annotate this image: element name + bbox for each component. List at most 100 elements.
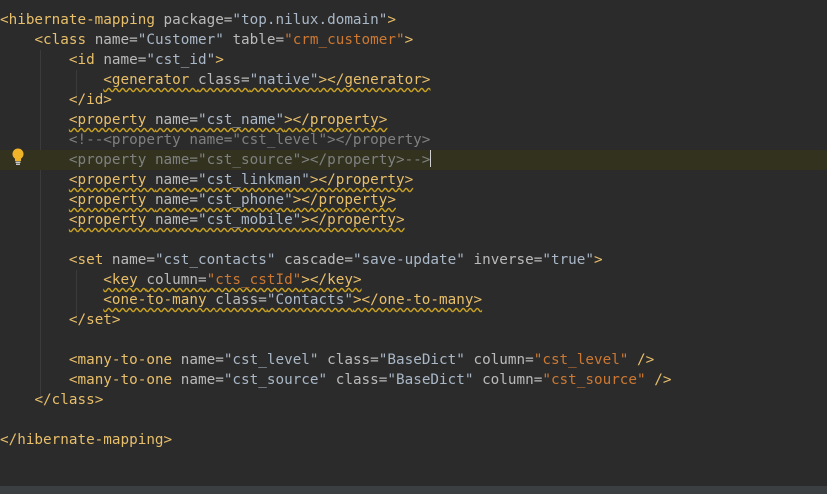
code-token: </class>	[34, 392, 104, 408]
code-line[interactable]: <many-to-one name="cst_source" class="Ba…	[0, 370, 827, 390]
code-line[interactable]: <many-to-one name="cst_level" class="Bas…	[0, 350, 827, 370]
code-token: column=	[146, 272, 207, 288]
code-token: "cst_linkman"	[198, 172, 310, 188]
code-line[interactable]: <class name="Customer" table="crm_custom…	[0, 30, 827, 50]
code-line[interactable]: <property name="cst_phone"></property>	[0, 190, 827, 210]
code-line[interactable]: </class>	[0, 390, 827, 410]
code-token: inverse=	[473, 252, 543, 268]
code-line[interactable]: <generator class="native"></generator>	[0, 70, 827, 90]
code-token: ></property>	[301, 212, 405, 228]
code-line[interactable]	[0, 230, 827, 250]
code-token: "save-update"	[352, 252, 474, 268]
code-token: "top.nilux.domain"	[232, 12, 388, 28]
code-line[interactable]	[0, 330, 827, 350]
code-token: ></generator>	[318, 72, 431, 88]
code-token: "cst_name"	[198, 112, 285, 128]
code-token: name=	[154, 212, 198, 228]
code-token: </hibernate-mapping>	[0, 432, 173, 448]
code-token: >	[404, 32, 414, 48]
code-token: name=	[180, 372, 224, 388]
code-token: name=	[154, 172, 198, 188]
text-caret	[430, 150, 432, 167]
code-token: column=	[473, 352, 534, 368]
code-line[interactable]: <hibernate-mapping package="top.nilux.do…	[0, 10, 827, 30]
code-line[interactable]: <property name="cst_linkman"></property>	[0, 170, 827, 190]
code-token: name=	[154, 112, 198, 128]
code-token: "cst_level"	[223, 352, 328, 368]
code-line[interactable]: <key column="cts_cstId"></key>	[0, 270, 827, 290]
code-token: cascade=	[284, 252, 353, 268]
code-token: ></one-to-many>	[352, 292, 483, 308]
code-token: class=	[197, 72, 250, 88]
code-token: <generator	[103, 72, 198, 88]
code-line[interactable]: </set>	[0, 310, 827, 330]
code-token: class=	[327, 352, 379, 368]
code-line[interactable]: <set name="cst_contacts" cascade="save-u…	[0, 250, 827, 270]
code-token: />	[628, 352, 655, 368]
code-token: <property	[68, 112, 155, 128]
code-token: ></key>	[301, 272, 362, 288]
code-token: name=	[180, 352, 224, 368]
code-line[interactable]: <property name="cst_name"></property>	[0, 110, 827, 130]
code-token: "cst_contacts"	[154, 252, 285, 268]
code-token: <key	[103, 272, 147, 288]
code-token: class=	[215, 292, 267, 308]
code-token: "cst_source"	[542, 372, 646, 388]
code-line[interactable]: <property name="cst_mobile"></property>	[0, 210, 827, 230]
code-token: <property name="cst_source"></property>-…	[68, 152, 431, 168]
code-token: "cst_mobile"	[198, 212, 302, 228]
code-token: <set	[68, 252, 112, 268]
code-token: column=	[482, 372, 543, 388]
code-line[interactable]: <id name="cst_id">	[0, 50, 827, 70]
code-token: <id	[68, 52, 104, 68]
code-token: class=	[335, 372, 388, 388]
code-line[interactable]	[0, 410, 827, 430]
code-token: ></property>	[292, 192, 396, 208]
code-token: "cst_phone"	[198, 192, 293, 208]
code-token: name=	[154, 192, 198, 208]
code-token: >	[387, 12, 396, 28]
status-bar	[0, 486, 827, 494]
lightbulb-icon[interactable]	[11, 148, 25, 166]
code-token: />	[645, 372, 672, 388]
code-token: "true"	[542, 252, 595, 268]
code-token: "Contacts"	[266, 292, 353, 308]
code-token: "cst_source"	[223, 372, 336, 388]
code-token: "cst_level"	[533, 352, 629, 368]
code-token: <class	[34, 32, 95, 48]
code-token: name=	[111, 252, 155, 268]
code-token: <many-to-one	[68, 372, 181, 388]
code-editor[interactable]: <hibernate-mapping package="top.nilux.do…	[0, 0, 827, 486]
code-token: "Customer"	[137, 32, 233, 48]
code-token: "BaseDict"	[378, 352, 474, 368]
code-token: "crm_customer"	[284, 32, 405, 48]
code-token: >	[215, 52, 224, 68]
code-token: <property	[68, 172, 155, 188]
code-token: "native"	[249, 72, 319, 88]
code-line[interactable]: </hibernate-mapping>	[0, 430, 827, 450]
code-token: ></property>	[284, 112, 388, 128]
code-token: <property	[68, 212, 155, 228]
code-token: <many-to-one	[68, 352, 181, 368]
code-token: <!--<property name="cst_level"></propert…	[68, 132, 431, 148]
code-token: ></property>	[309, 172, 414, 188]
code-line[interactable]: <one-to-many class="Contacts"></one-to-m…	[0, 290, 827, 310]
code-token: name=	[94, 32, 138, 48]
code-line[interactable]: <!--<property name="cst_level"></propert…	[0, 130, 827, 150]
code-line[interactable]: </id>	[0, 90, 827, 110]
code-line[interactable]: <property name="cst_source"></property>-…	[0, 150, 827, 170]
code-token: table=	[232, 32, 285, 48]
code-token: package=	[163, 12, 233, 28]
